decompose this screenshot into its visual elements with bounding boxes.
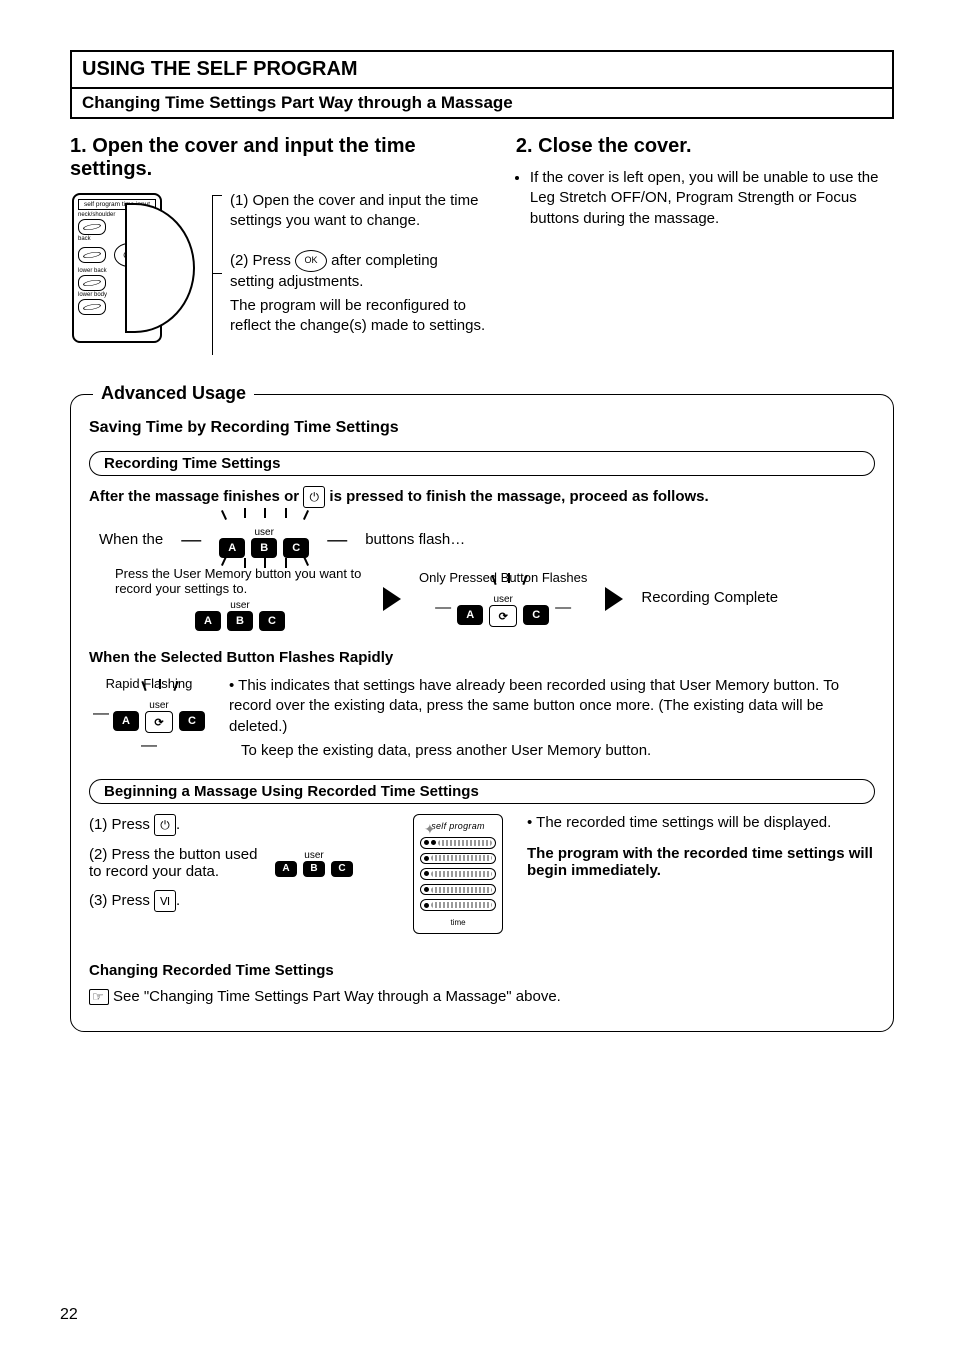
arrow-right-icon xyxy=(383,587,401,611)
power-button-icon: ⏻ xyxy=(154,814,176,836)
indicator-icon: ✦ xyxy=(424,821,436,838)
panel-button xyxy=(78,219,106,235)
section-title: USING THE SELF PROGRAM xyxy=(82,58,358,80)
user-abc-flashing: user A B C xyxy=(219,522,309,558)
recorded-display-note: • The recorded time settings will be dis… xyxy=(527,814,875,831)
subsection-title: Changing Time Settings Part Way through … xyxy=(82,93,513,112)
step-2-note-text: If the cover is left open, you will be u… xyxy=(530,168,894,229)
text-fragment: This indicates that settings have alread… xyxy=(229,677,839,735)
program-will-note: The program with the recorded time setti… xyxy=(527,845,875,879)
display-time-label: time xyxy=(420,918,496,927)
substep-prefix: (1) xyxy=(230,192,253,209)
begin-step-3: (3) Press Ⅵ. xyxy=(89,890,389,912)
pointer-hand-icon xyxy=(89,989,109,1005)
user-memory-c: C xyxy=(331,861,353,877)
text-fragment: . xyxy=(176,816,180,833)
user-memory-a: A xyxy=(219,538,245,558)
self-program-display: ✦ self program time xyxy=(413,814,503,934)
user-label: user xyxy=(145,700,172,711)
user-label: user xyxy=(300,850,327,861)
user-memory-a: A xyxy=(275,861,297,877)
user-memory-b-pressed: ⟳ xyxy=(489,605,517,627)
recording-complete-label: Recording Complete xyxy=(641,588,778,608)
buttons-flash-label: buttons flash… xyxy=(365,530,465,550)
begin-step-2: (2) Press the button used to record your… xyxy=(89,846,259,880)
rapid-note-2: To keep the existing data, press another… xyxy=(229,741,875,761)
step-2-note: If the cover is left open, you will be u… xyxy=(516,168,894,229)
substep-prefix: (2) xyxy=(230,251,253,268)
power-button-icon: ⏻ xyxy=(303,486,325,508)
panel-row-label: lower back xyxy=(78,268,118,274)
arrow-right-icon xyxy=(605,587,623,611)
panel-row-label: lower body xyxy=(78,292,118,298)
user-abc-buttons: user A B C xyxy=(275,850,353,877)
recording-flow: Press the User Memory button you want to… xyxy=(115,566,875,631)
panel-button xyxy=(78,275,106,291)
after-massage-line: After the massage finishes or ⏻ is press… xyxy=(89,486,875,508)
text-fragment: After the massage finishes or xyxy=(89,488,303,505)
text-fragment: . xyxy=(176,892,180,909)
step-2-heading: 2. Close the cover. xyxy=(516,135,894,158)
mode-button-icon: Ⅵ xyxy=(154,890,176,912)
text-fragment: (3) Press xyxy=(89,892,154,909)
text-fragment: See "Changing Time Settings Part Way thr… xyxy=(113,988,561,1005)
recording-pill-heading: Recording Time Settings xyxy=(89,451,875,476)
remote-panel-illustration: self program time input neck/shoulder ba… xyxy=(70,191,200,356)
panel-open-cover xyxy=(125,203,195,333)
subsection-bar: Changing Time Settings Part Way through … xyxy=(70,89,894,119)
panel-row-label: back xyxy=(78,236,118,242)
when-the-label: When the xyxy=(99,530,163,550)
user-memory-a: A xyxy=(195,611,221,631)
user-memory-c: C xyxy=(179,711,205,731)
advanced-title: Advanced Usage xyxy=(93,383,254,404)
dash: — xyxy=(327,529,347,552)
user-memory-b: B xyxy=(251,538,277,558)
dash: — xyxy=(435,599,451,617)
dash: — xyxy=(555,599,571,617)
substep-text: Press xyxy=(253,251,296,268)
flow-caption: Press the User Memory button you want to… xyxy=(115,566,365,596)
substep-text: The program will be reconfigured to refl… xyxy=(230,296,486,337)
substep-2: (2) Press OK after completing setting ad… xyxy=(230,250,486,337)
section-title-box: USING THE SELF PROGRAM xyxy=(70,50,894,89)
rapid-flash-heading: When the Selected Button Flashes Rapidly xyxy=(89,649,875,666)
user-memory-c: C xyxy=(283,538,309,558)
text-fragment: (1) Press xyxy=(89,816,154,833)
changing-recorded-ref: See "Changing Time Settings Part Way thr… xyxy=(89,987,875,1007)
rapid-note-1: • This indicates that settings have alre… xyxy=(229,676,875,737)
panel-button xyxy=(78,247,106,263)
panel-button xyxy=(78,299,106,315)
rapid-flash-illustration: Rapid Flashing — user A ⟳ xyxy=(89,676,209,755)
text-fragment: The recorded time settings will be displ… xyxy=(536,814,831,831)
changing-recorded-heading: Changing Recorded Time Settings xyxy=(89,962,875,979)
user-label: user xyxy=(489,594,516,605)
begin-step-1: (1) Press ⏻. xyxy=(89,814,389,836)
user-memory-c: C xyxy=(259,611,285,631)
user-memory-b: B xyxy=(303,861,325,877)
user-label: user xyxy=(226,600,253,611)
begin-pill-heading: Beginning a Massage Using Recorded Time … xyxy=(89,779,875,804)
user-memory-b: B xyxy=(227,611,253,631)
user-b-flashing: user A ⟳ C xyxy=(457,589,549,627)
user-memory-c: C xyxy=(523,605,549,625)
user-memory-a: A xyxy=(457,605,483,625)
advanced-subhead: Saving Time by Recording Time Settings xyxy=(89,419,875,437)
substep-text: Open the cover and input the time settin… xyxy=(230,192,478,229)
text-fragment: is pressed to finish the massage, procee… xyxy=(325,488,708,505)
user-memory-a: A xyxy=(113,711,139,731)
advanced-usage-box: Advanced Usage Saving Time by Recording … xyxy=(70,394,894,1032)
substep-1: (1) Open the cover and input the time se… xyxy=(230,191,486,232)
user-label: user xyxy=(250,527,277,538)
leader-line xyxy=(212,195,222,355)
ok-button-icon: OK xyxy=(295,250,327,272)
user-memory-b-pressed: ⟳ xyxy=(145,711,173,733)
step-1-heading: 1. Open the cover and input the time set… xyxy=(70,135,486,181)
dash: — xyxy=(181,529,201,552)
panel-row-label: neck/shoulder xyxy=(78,212,118,218)
page-number: 22 xyxy=(60,1306,78,1324)
